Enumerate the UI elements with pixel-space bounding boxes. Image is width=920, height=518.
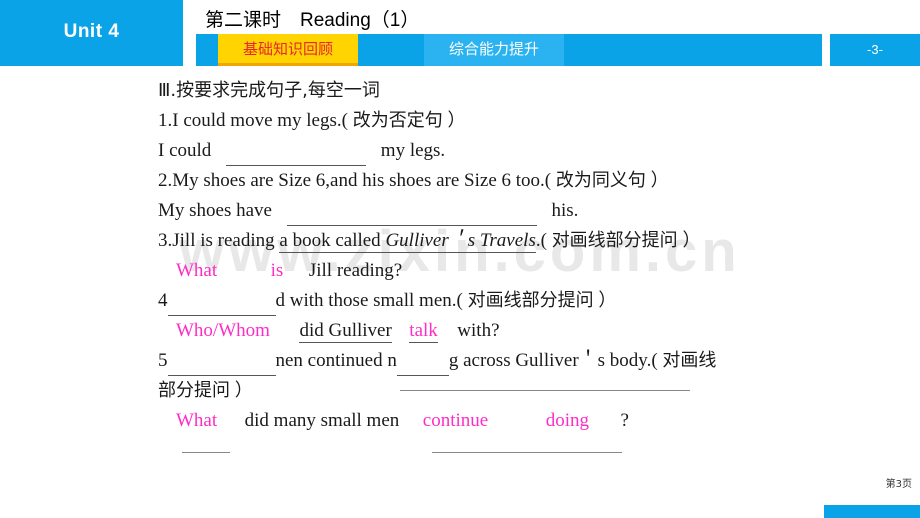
q2-answer-pre: My shoes have [158,200,272,221]
question-2-prompt: 2.My shoes are Size 6,and his shoes are … [158,166,669,196]
question-3-answer: What is Jill reading? [176,256,402,286]
stray-rule-right [432,452,622,453]
q5-answer-mid: did many small men [244,410,400,431]
tab-basic-review[interactable]: 基础知识回顾 [218,34,358,66]
q2-prompt-text: 2.My shoes are Size 6,and his shoes are … [158,170,552,191]
q1-answer-pre: I could [158,140,212,161]
q4-prompt-close: ） [598,290,617,311]
q1-prompt-close: ） [447,110,466,131]
stray-rule-top [400,390,690,391]
tab-comprehensive-improvement[interactable]: 综合能力提升 [424,34,564,66]
q4-prompt-mid: d with those small men.( [275,290,463,311]
question-3-prompt: 3.Jill is reading a book called Gulliver… [158,226,700,256]
exercise-heading-text: Ⅲ.按要求完成句子,每空一词 [158,80,380,101]
stray-rule-left [182,452,230,453]
q2-answer-post: his. [551,200,579,221]
q5-prompt-instruction-2: 部分提问 [158,380,230,401]
q3-prompt-instruction: 对画线部分提问 [551,230,678,251]
q5-answer-tail: ? [620,410,629,431]
q4-answer-2[interactable]: talk [409,320,438,343]
q5-prompt-number: 5 [158,350,168,371]
q5-answer-3[interactable]: doing [546,410,589,431]
tab-bar: 基础知识回顾 综合能力提升 [196,34,822,66]
q4-prompt-instruction: 对画线部分提问 [467,290,594,311]
q5-prompt-blank-1[interactable] [167,355,276,376]
question-1-answer: I could my legs. [158,136,445,166]
q5-answer-2[interactable]: continue [423,410,488,431]
q3-book-title: Gulliver＇s Travels [385,230,536,251]
q3-underlined-part: a book called Gulliver＇s Travels [279,230,536,253]
page-title: 第二课时 Reading（1） [205,10,420,31]
q5-prompt-mid2: g across Gulliver＇s body.( [448,350,658,371]
q1-prompt-text: 1.I could move my legs.( [158,110,348,131]
q5-prompt-close: ） [234,380,253,401]
q2-prompt-close: ） [650,170,669,191]
footer-accent-bar [824,505,920,518]
q3-underlined-lead: a book called [279,230,386,251]
q1-answer-blank[interactable] [226,145,367,166]
q3-prompt-after-title: .( [535,230,547,251]
exercise-heading: Ⅲ.按要求完成句子,每空一词 [158,76,380,106]
question-1-prompt: 1.I could move my legs.( 改为否定句 ） [158,106,465,136]
q5-prompt-mid1: nen continued n [275,350,397,371]
q4-answer-mid: did Gulliver [299,320,392,343]
q3-answer-tail: Jill reading? [308,260,403,281]
q4-prompt-number: 4 [158,290,168,311]
question-5-answer: What did many small men continue doing ? [176,406,629,436]
q4-prompt-blank[interactable] [167,295,276,316]
question-5-prompt-continued: 部分提问 ） [158,376,253,406]
q1-answer-post: my legs. [380,140,446,161]
question-4-prompt: 4 d with those small men.( 对画线部分提问 ） [158,286,616,316]
q5-prompt-blank-2[interactable] [396,355,449,376]
unit-label: Unit 4 [63,21,120,42]
q5-prompt-instruction: 对画线 [662,350,717,371]
q3-answer-2[interactable]: is [271,260,284,281]
q3-prompt-pre: 3.Jill is reading [158,230,275,251]
question-2-answer: My shoes have his. [158,196,578,226]
q2-answer-blank[interactable] [286,205,537,226]
q3-prompt-close: ） [682,230,701,251]
footer-page-label: 第3页 [885,479,912,490]
q5-answer-1[interactable]: What [176,410,217,431]
q2-prompt-instruction: 改为同义句 [555,170,646,191]
page-number-badge: -3- [830,34,920,66]
slide-header: Unit 4 第二课时 Reading（1） 基础知识回顾 综合能力提升 -3- [0,0,920,70]
question-5-prompt: 5 nen continued n g across Gulliver＇s body… [158,346,716,376]
q3-answer-1[interactable]: What [176,260,217,281]
q4-answer-tail: with? [457,320,500,341]
question-4-answer: Who/Whom did Gulliver talk with? [176,316,500,346]
q1-prompt-instruction: 改为否定句 [352,110,443,131]
q4-answer-1[interactable]: Who/Whom [176,320,270,341]
